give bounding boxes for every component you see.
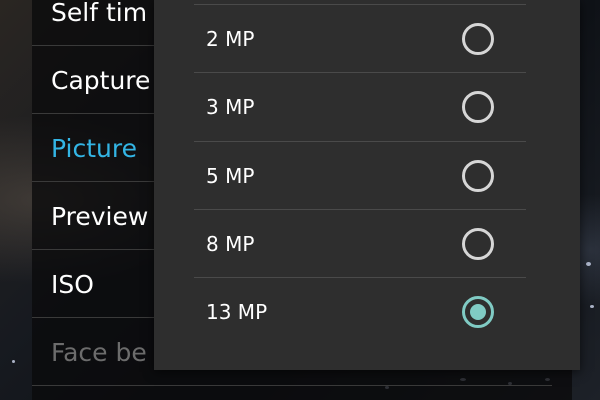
settings-item-label: Capture [51, 65, 151, 95]
option-3mp[interactable]: 3 MP [194, 73, 566, 140]
settings-item-label: Picture [51, 133, 137, 163]
radio-unchecked-icon[interactable] [462, 22, 494, 55]
picture-size-dialog: 2 MP 3 MP 5 MP 8 MP 13 MP [154, 0, 580, 370]
option-label: 8 MP [206, 231, 255, 256]
option-8mp[interactable]: 8 MP [194, 210, 566, 277]
settings-item-label: Self tim [51, 0, 148, 27]
settings-divider [32, 385, 552, 386]
option-label: 2 MP [206, 26, 255, 51]
option-13mp[interactable]: 13 MP [194, 278, 566, 345]
radio-checked-icon[interactable] [462, 295, 494, 328]
viewfinder-light-speck [586, 262, 591, 266]
option-2mp[interactable]: 2 MP [194, 5, 566, 72]
radio-unchecked-icon[interactable] [462, 159, 494, 192]
option-label: 3 MP [206, 94, 255, 119]
option-label: 13 MP [206, 299, 268, 324]
settings-item-label: ISO [51, 269, 94, 299]
option-label: 5 MP [206, 163, 255, 188]
viewfinder-light-speck [12, 360, 15, 363]
settings-item-label: Face be [51, 337, 147, 367]
viewfinder-light-speck [590, 305, 594, 308]
radio-unchecked-icon[interactable] [462, 90, 494, 123]
radio-unchecked-icon[interactable] [462, 227, 494, 260]
settings-item-label: Preview [51, 201, 149, 231]
option-5mp[interactable]: 5 MP [194, 142, 566, 209]
